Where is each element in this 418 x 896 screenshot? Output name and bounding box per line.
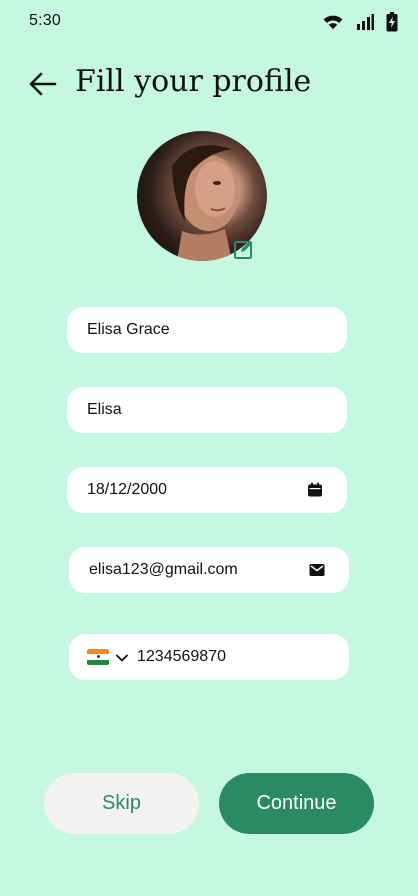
india-flag-icon <box>87 649 109 665</box>
status-icons <box>322 12 398 32</box>
continue-button[interactable]: Continue <box>219 773 374 834</box>
nickname-input[interactable] <box>87 401 327 419</box>
header: Fill your profile <box>0 62 418 106</box>
skip-button[interactable]: Skip <box>44 773 199 834</box>
back-arrow-icon[interactable] <box>27 68 59 100</box>
battery-charging-icon <box>386 12 398 32</box>
status-bar: 5:30 <box>0 0 418 44</box>
full-name-input[interactable] <box>87 321 327 339</box>
chevron-down-icon <box>115 648 129 667</box>
edit-photo-icon[interactable] <box>233 238 255 260</box>
nickname-field[interactable] <box>67 387 347 433</box>
email-field[interactable] <box>69 547 349 593</box>
phone-input[interactable] <box>137 648 344 666</box>
wifi-icon <box>322 13 344 31</box>
country-code-selector[interactable] <box>87 648 129 667</box>
date-of-birth-field[interactable] <box>67 467 347 513</box>
email-input[interactable] <box>89 561 305 579</box>
phone-field[interactable] <box>69 634 349 680</box>
signal-icon <box>356 13 374 31</box>
mail-icon <box>305 558 329 582</box>
avatar-container <box>137 131 267 261</box>
page-title: Fill your profile <box>75 64 312 99</box>
full-name-field[interactable] <box>67 307 347 353</box>
calendar-icon[interactable] <box>303 478 327 502</box>
date-of-birth-input[interactable] <box>87 481 303 499</box>
status-time: 5:30 <box>29 12 61 29</box>
